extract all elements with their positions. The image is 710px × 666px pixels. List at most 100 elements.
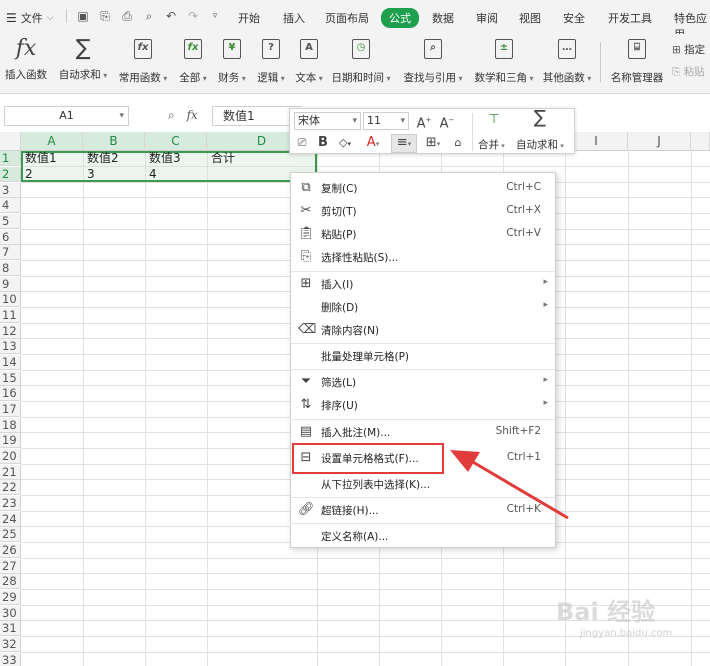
row-header[interactable]: 18 <box>0 418 21 433</box>
cell-d1[interactable]: 合计 <box>207 151 235 166</box>
name-manager-button[interactable]: ⌸ 名称管理器 <box>608 36 666 85</box>
select-all-corner[interactable] <box>0 132 21 151</box>
row-header[interactable]: 14 <box>0 355 21 370</box>
menu-item-copy[interactable]: ⧉ 复制(C) Ctrl+C <box>291 177 555 199</box>
row-header[interactable]: 7 <box>0 245 21 260</box>
save-icon[interactable]: ▣ <box>76 9 90 23</box>
tab-page-layout[interactable]: 页面布局 <box>325 10 369 26</box>
menu-item-cut[interactable]: ✂ 剪切(T) Ctrl+X <box>291 200 555 222</box>
financial-button[interactable]: ¥ 财务 ▾ <box>214 36 250 85</box>
row-header[interactable]: 33 <box>0 653 21 666</box>
column-header[interactable]: B <box>83 132 145 151</box>
preview-icon[interactable]: ⌕ <box>142 9 156 23</box>
row-header[interactable]: 32 <box>0 637 21 652</box>
increase-font-icon[interactable]: A+ <box>414 112 434 132</box>
math-trig-button[interactable]: ± 数学和三角 ▾ <box>472 36 536 85</box>
row-header[interactable]: 21 <box>0 465 21 480</box>
autosum-mini-button[interactable]: 自动求和 ▾ <box>516 137 564 152</box>
row-header[interactable]: 17 <box>0 402 21 417</box>
column-header[interactable]: A <box>21 132 83 151</box>
row-header[interactable]: 27 <box>0 559 21 574</box>
row-header[interactable]: 2 <box>0 167 21 182</box>
row-header[interactable]: 6 <box>0 230 21 245</box>
row-header[interactable]: 13 <box>0 339 21 354</box>
row-header[interactable]: 19 <box>0 433 21 448</box>
row-header[interactable]: 12 <box>0 324 21 339</box>
more-functions-button[interactable]: … 其他函数 ▾ <box>540 36 594 85</box>
menu-item-clear-contents[interactable]: ⌫ 清除内容(N) <box>291 319 555 341</box>
bold-button[interactable]: B <box>316 135 330 151</box>
merge-cells-button[interactable]: 合并 ▾ <box>478 137 505 152</box>
fill-color-icon[interactable]: ◇▾ <box>334 135 356 152</box>
decrease-font-icon[interactable]: A− <box>437 112 457 132</box>
row-header[interactable]: 29 <box>0 590 21 605</box>
cell-c1[interactable]: 数值3 <box>145 151 181 166</box>
cell-a2[interactable]: 2 <box>21 167 33 182</box>
cell-a1[interactable]: 数值1 <box>21 151 57 166</box>
redo-icon[interactable]: ↷ <box>186 9 200 23</box>
row-header[interactable]: 16 <box>0 386 21 401</box>
row-header[interactable]: 31 <box>0 621 21 636</box>
tab-data[interactable]: 数据 <box>432 10 454 26</box>
customize-toolbar-icon[interactable]: ▿ <box>208 9 222 23</box>
font-color-icon[interactable]: A▾ <box>362 135 384 152</box>
menu-item-paste[interactable]: 📋︎ 粘贴(P) Ctrl+V <box>291 223 555 245</box>
zoom-icon[interactable]: ⌕ <box>168 108 175 122</box>
row-header[interactable]: 8 <box>0 261 21 276</box>
tab-view[interactable]: 视图 <box>519 10 541 26</box>
logical-button[interactable]: ? 逻辑 ▾ <box>254 36 288 85</box>
fx-icon[interactable]: fx <box>187 108 198 122</box>
cell-b2[interactable]: 3 <box>83 167 95 182</box>
column-header[interactable] <box>691 132 710 151</box>
row-header[interactable]: 25 <box>0 527 21 542</box>
tab-home[interactable]: 开始 <box>238 10 260 26</box>
tab-security[interactable]: 安全 <box>563 10 585 26</box>
menu-item-insert[interactable]: ⊞ 插入(I) ▸ <box>291 273 555 295</box>
column-header[interactable]: C <box>145 132 207 151</box>
borders-icon[interactable]: ⊞▾ <box>422 135 444 152</box>
menu-item-paste-special[interactable]: ⎘ 选择性粘贴(S)... <box>291 246 555 268</box>
row-header[interactable]: 3 <box>0 183 21 198</box>
row-header[interactable]: 11 <box>0 308 21 323</box>
export-icon[interactable]: ⎘ <box>98 9 112 23</box>
menu-item-batch-process[interactable]: 批量处理单元格(P) <box>291 345 555 367</box>
row-header[interactable]: 30 <box>0 606 21 621</box>
insert-function-button[interactable]: fx 插入函数 <box>4 36 48 82</box>
row-header[interactable]: 22 <box>0 480 21 495</box>
row-header[interactable]: 5 <box>0 214 21 229</box>
row-header[interactable]: 1 <box>0 151 21 166</box>
row-header[interactable]: 23 <box>0 496 21 511</box>
specify-button[interactable]: ⊞ 指定 <box>672 42 705 57</box>
autosum-button[interactable]: ∑ 自动求和 ▾ <box>56 36 110 82</box>
lookup-reference-button[interactable]: ⌕ 查找与引用 ▾ <box>400 36 466 85</box>
cell-b1[interactable]: 数值2 <box>83 151 119 166</box>
paste-name-button[interactable]: ⎘ 粘贴 <box>672 64 705 79</box>
row-header[interactable]: 4 <box>0 198 21 213</box>
clear-format-icon[interactable]: ⌂ <box>450 135 466 151</box>
row-header[interactable]: 9 <box>0 277 21 292</box>
merge-cells-icon[interactable]: ⊤ <box>484 112 504 128</box>
common-functions-button[interactable]: fx 常用函数 ▾ <box>116 36 170 85</box>
undo-icon[interactable]: ↶ <box>164 9 178 23</box>
name-box[interactable]: A1 ▾ <box>4 106 129 126</box>
row-header[interactable]: 28 <box>0 574 21 589</box>
menu-item-filter[interactable]: ⏷ 筛选(L) ▸ <box>291 371 555 393</box>
menu-item-sort[interactable]: ⇅ 排序(U) ▸ <box>291 394 555 416</box>
row-header[interactable]: 20 <box>0 449 21 464</box>
tab-developer[interactable]: 开发工具 <box>608 10 652 26</box>
row-header[interactable]: 26 <box>0 543 21 558</box>
row-header[interactable]: 15 <box>0 371 21 386</box>
font-size-select[interactable]: 11 ▾ <box>363 112 409 130</box>
row-header[interactable]: 10 <box>0 292 21 307</box>
column-header[interactable]: J <box>628 132 691 151</box>
format-painter-icon[interactable]: ⎚ <box>294 135 310 151</box>
menu-item-delete[interactable]: 删除(D) ▸ <box>291 296 555 318</box>
file-menu[interactable]: ☰ 文件 ⌵ <box>6 10 54 26</box>
tab-insert[interactable]: 插入 <box>283 10 305 26</box>
align-center-icon[interactable]: ≡▾ <box>391 134 417 153</box>
tab-formulas[interactable]: 公式 <box>381 8 419 28</box>
cell-c2[interactable]: 4 <box>145 167 157 182</box>
sigma-icon[interactable]: ∑ <box>530 109 550 127</box>
text-functions-button[interactable]: A 文本 ▾ <box>292 36 326 85</box>
date-time-button[interactable]: ◷ 日期和时间 ▾ <box>330 36 392 85</box>
